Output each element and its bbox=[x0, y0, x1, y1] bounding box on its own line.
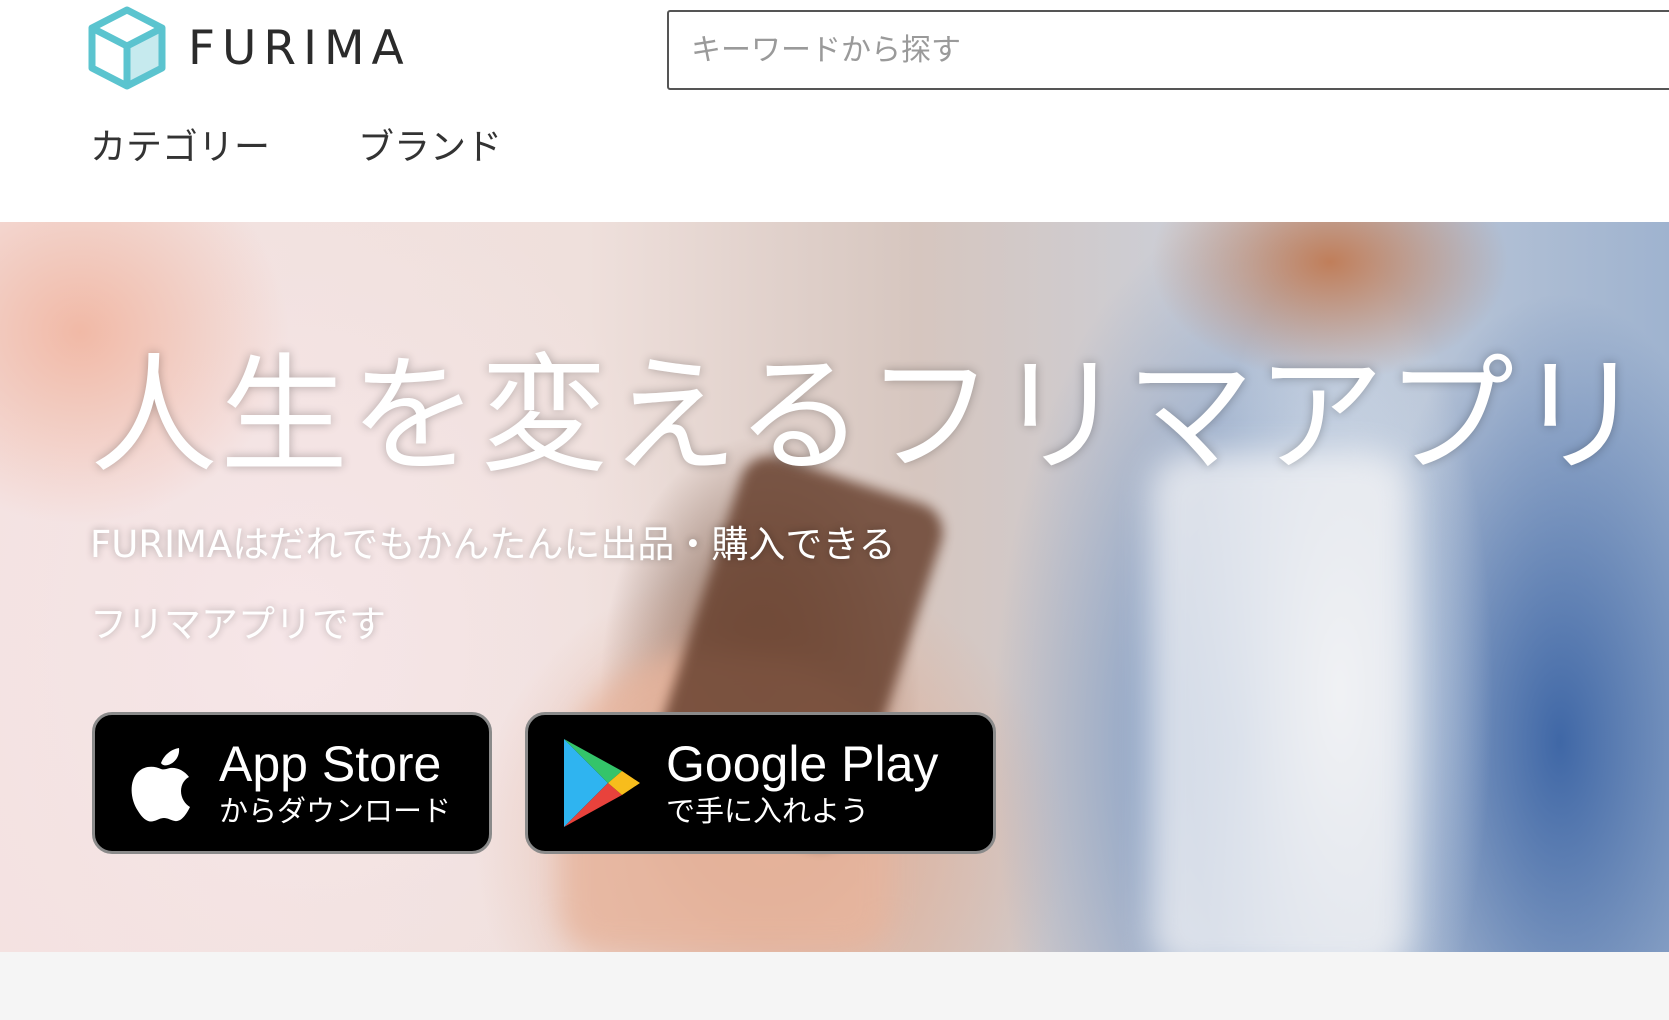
hero-title: 人生を変えるフリマアプリ bbox=[90, 342, 1647, 491]
app-store-button[interactable]: App Store からダウンロード bbox=[92, 712, 492, 854]
app-store-sublabel: からダウンロード bbox=[219, 794, 452, 828]
google-play-icon bbox=[564, 739, 640, 827]
logo-text: FURIMA bbox=[188, 20, 411, 76]
google-play-text: Google Play で手に入れよう bbox=[666, 736, 938, 830]
hero-banner: 人生を変えるフリマアプリ FURIMAはだれでもかんたんに出品・購入できる フリ… bbox=[0, 222, 1669, 952]
nav-category[interactable]: カテゴリー bbox=[90, 118, 270, 170]
box-icon bbox=[88, 6, 166, 90]
apple-icon bbox=[131, 748, 190, 822]
page-bottom-band bbox=[0, 952, 1669, 1020]
app-store-text: App Store からダウンロード bbox=[219, 736, 451, 830]
search-input[interactable] bbox=[667, 10, 1669, 90]
google-play-button[interactable]: Google Play で手に入れよう bbox=[525, 712, 996, 854]
google-play-label: Google Play bbox=[666, 736, 939, 792]
header-nav: カテゴリー ブランド bbox=[90, 118, 590, 170]
logo[interactable]: FURIMA bbox=[88, 6, 411, 90]
hero-subtitle-line2: フリマアプリです bbox=[90, 603, 386, 646]
site-header: FURIMA カテゴリー ブランド bbox=[0, 0, 1669, 222]
google-play-sublabel: で手に入れよう bbox=[666, 794, 870, 828]
app-store-label: App Store bbox=[219, 736, 442, 792]
hero-subtitle-line1: FURIMAはだれでもかんたんに出品・購入できる bbox=[90, 523, 896, 566]
hero-background-shirt bbox=[1150, 452, 1410, 952]
nav-brand[interactable]: ブランド bbox=[358, 118, 502, 170]
